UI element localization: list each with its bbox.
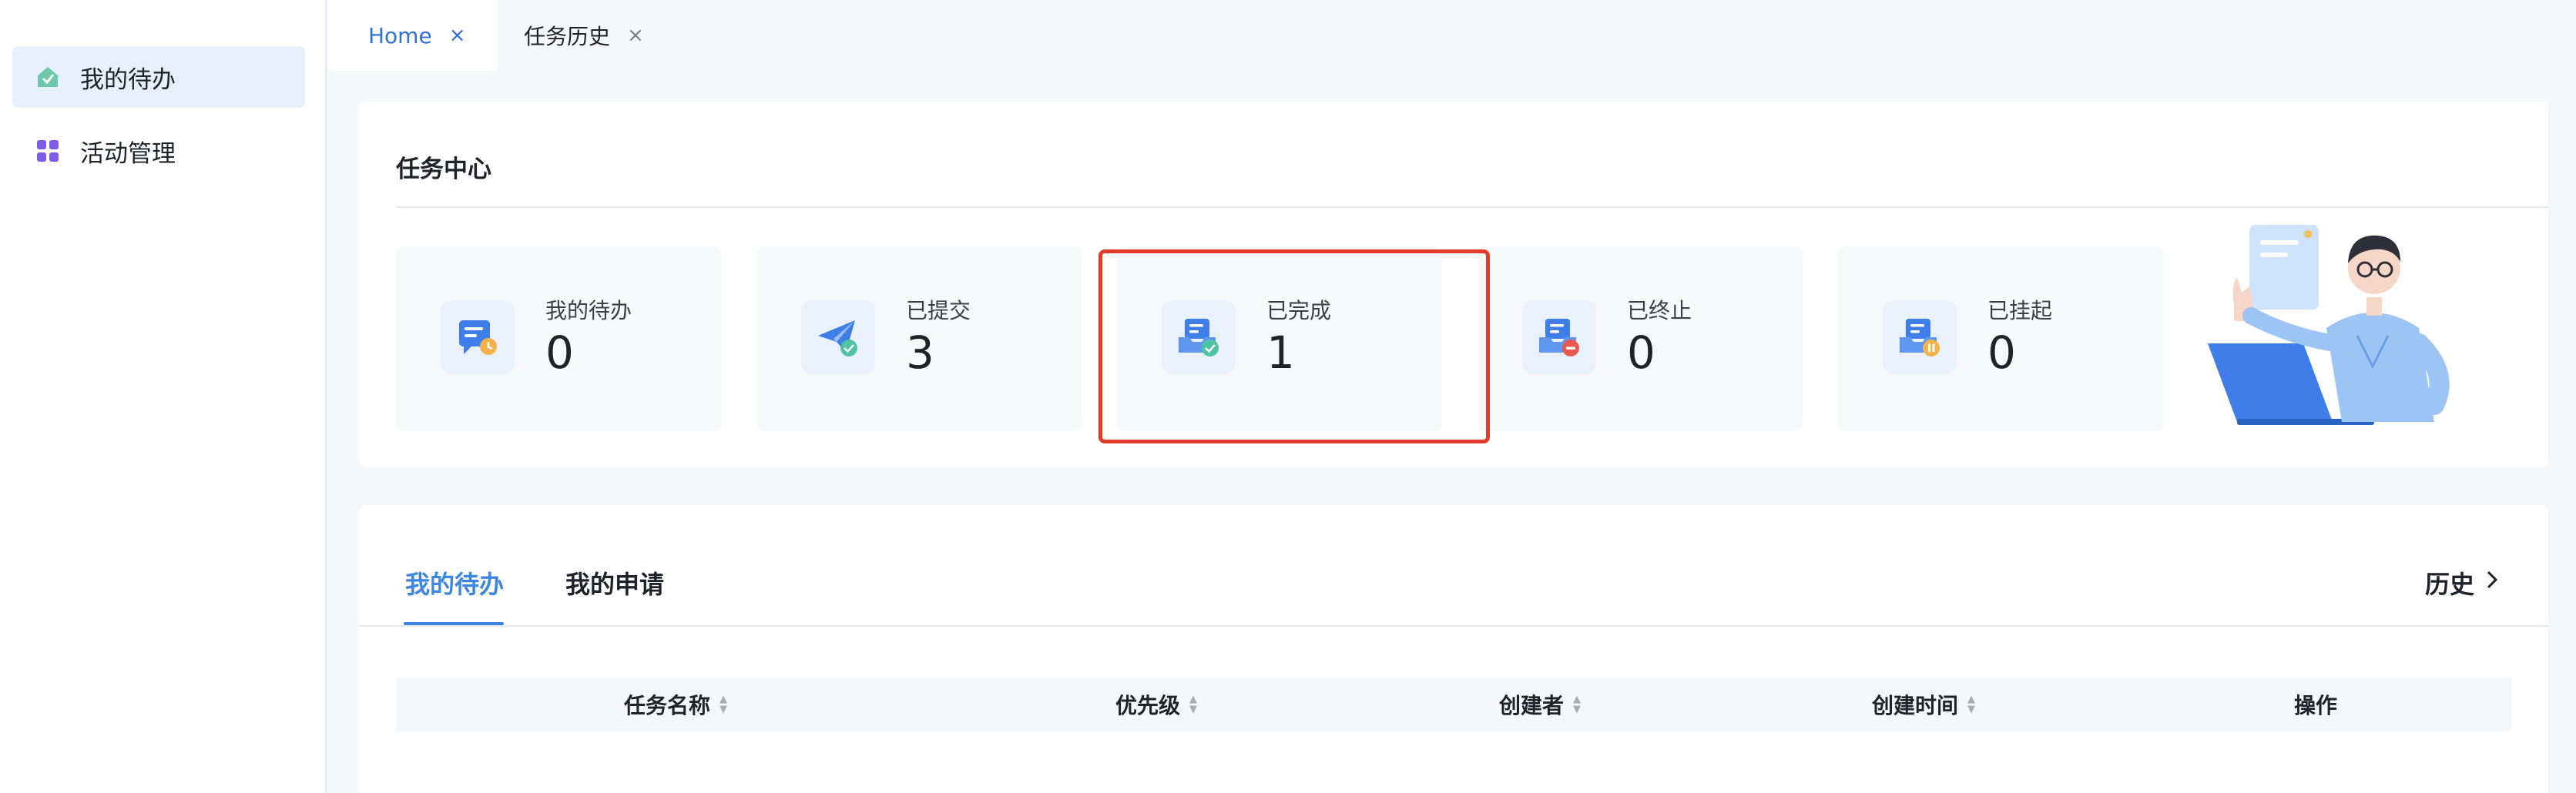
table-header: 任务名称 ▲ ▼ 优先级 ▲ ▼ 创建者 ▲ ▼ 创建时间 ▲ ▼ 操作: [396, 678, 2511, 731]
stat-value: 1: [1266, 326, 1295, 379]
tab-bar: Home × 任务历史 ×: [328, 0, 2576, 71]
column-label: 优先级: [1115, 693, 1181, 718]
chevron-right-icon: [2485, 569, 2499, 597]
column-header-actions: 操作: [2294, 678, 2337, 731]
inbox-pause-icon: [1883, 300, 1957, 374]
column-label: 操作: [2294, 693, 2338, 718]
person-laptop-illustration: [2203, 212, 2502, 436]
tab-label: 任务历史: [524, 24, 611, 49]
paper-plane-check-icon: [801, 300, 875, 374]
tab-my-todo[interactable]: 我的待办: [405, 565, 504, 601]
column-label: 创建时间: [1872, 693, 1959, 718]
column-header-priority[interactable]: 优先级 ▲ ▼: [1115, 678, 1197, 731]
column-header-task-name[interactable]: 任务名称 ▲ ▼: [624, 678, 727, 731]
sort-icon[interactable]: ▲ ▼: [1573, 694, 1581, 714]
tab-home[interactable]: Home ×: [328, 0, 498, 71]
column-header-created-time[interactable]: 创建时间 ▲ ▼: [1872, 678, 1975, 731]
inbox-stop-icon: [1522, 300, 1596, 374]
tab-label: Home: [368, 22, 432, 49]
close-icon[interactable]: ×: [449, 24, 466, 47]
divider: [359, 625, 2548, 627]
divider: [396, 206, 2548, 208]
sort-icon[interactable]: ▲ ▼: [1967, 694, 1975, 714]
stat-value: 0: [1627, 326, 1655, 379]
stat-card-my-todo[interactable]: 我的待办 0: [396, 246, 721, 431]
sort-icon[interactable]: ▲ ▼: [719, 694, 727, 714]
sidebar-item-label: 活动管理: [80, 139, 176, 168]
tab-task-history[interactable]: 任务历史 ×: [524, 0, 693, 71]
sidebar-item-label: 我的待办: [80, 65, 176, 94]
stat-card-completed[interactable]: 已完成 1: [1117, 246, 1442, 431]
stat-label: 已完成: [1266, 298, 1332, 323]
stat-label: 我的待办: [545, 298, 632, 323]
sort-icon[interactable]: ▲ ▼: [1189, 694, 1197, 714]
sidebar-item-activity-management[interactable]: 活动管理: [12, 120, 305, 182]
history-label: 历史: [2424, 570, 2474, 599]
column-label: 创建者: [1499, 693, 1565, 718]
section-title: 任务中心: [396, 156, 491, 183]
stat-label: 已终止: [1627, 298, 1692, 323]
sidebar: 我的待办 活动管理: [0, 0, 327, 793]
stat-value: 0: [545, 326, 574, 379]
home-check-icon: [34, 63, 62, 91]
history-link[interactable]: 历史: [2425, 565, 2499, 601]
stat-label: 已挂起: [1987, 298, 2053, 323]
column-header-creator[interactable]: 创建者 ▲ ▼: [1499, 678, 1581, 731]
grid-apps-icon: [34, 137, 62, 165]
tab-my-applications[interactable]: 我的申请: [565, 565, 664, 601]
stat-card-terminated[interactable]: 已终止 0: [1478, 246, 1803, 431]
inbox-check-icon: [1162, 300, 1236, 374]
stat-card-submitted[interactable]: 已提交 3: [756, 246, 1082, 431]
task-list-card: 我的待办 我的申请 历史 任务名称 ▲ ▼ 优先级 ▲ ▼ 创建者 ▲ ▼ 创建时间 …: [359, 505, 2548, 793]
stat-value: 0: [1987, 326, 2016, 379]
stat-label: 已提交: [906, 298, 971, 323]
close-icon[interactable]: ×: [627, 24, 644, 47]
stat-value: 3: [906, 326, 934, 379]
stat-card-suspended[interactable]: 已挂起 0: [1838, 246, 2163, 431]
sidebar-item-my-todo[interactable]: 我的待办: [12, 46, 305, 108]
column-label: 任务名称: [624, 693, 711, 718]
todo-clock-icon: [441, 300, 515, 374]
